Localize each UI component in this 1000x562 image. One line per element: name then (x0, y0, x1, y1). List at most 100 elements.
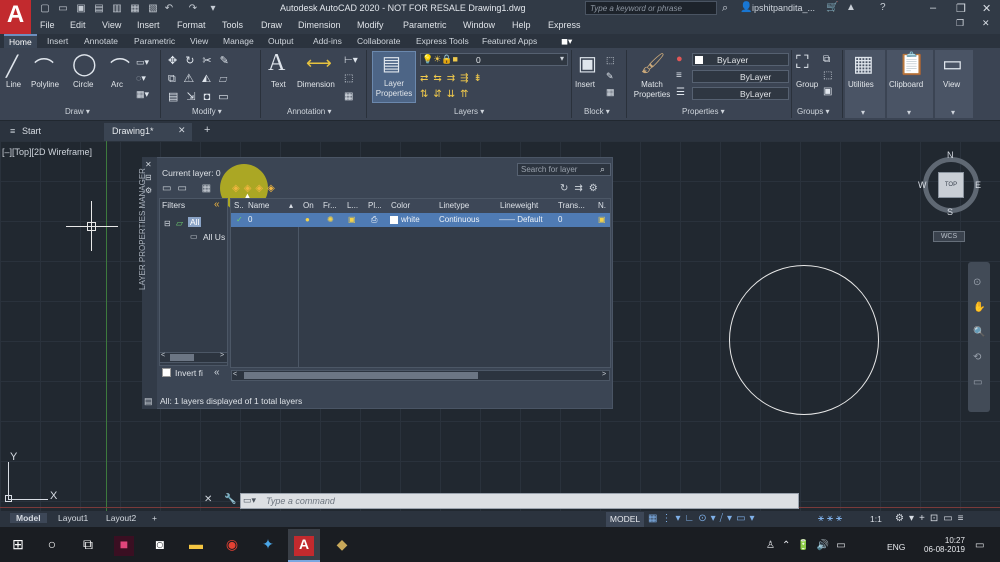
clipboard-icon[interactable]: 📋 (898, 51, 925, 77)
tab-output[interactable]: Output (268, 36, 294, 46)
tab-layout2[interactable]: Layout2 (106, 513, 136, 523)
status-tools-icons[interactable]: ⚙▾+⊡▭≡ (895, 513, 969, 524)
menu-view[interactable]: View (102, 20, 121, 30)
refresh-settings-icons[interactable]: ↻⇉⚙ (560, 183, 604, 194)
filter-all-used[interactable]: All Us (203, 232, 225, 242)
layer-lineweight[interactable]: —— Default (499, 215, 543, 224)
customize-qat-icon[interactable]: ▾ (206, 3, 220, 15)
tab-view[interactable]: View (190, 36, 208, 46)
printer-icon[interactable]: ⎙ (371, 215, 377, 225)
col-linetype[interactable]: Linetype (439, 201, 469, 210)
command-history-icon[interactable]: ▭▾ (243, 495, 256, 506)
menu-edit[interactable]: Edit (70, 20, 86, 30)
notifications-icon[interactable]: ▭ (975, 540, 984, 551)
tab-start[interactable]: Start (22, 126, 41, 136)
exchange-icon[interactable]: ▲ (846, 2, 856, 13)
text-icon[interactable]: A (268, 50, 285, 77)
viewcube-west[interactable]: W (918, 180, 927, 190)
sun-icon[interactable]: ✺ (327, 215, 334, 224)
menu-insert[interactable]: Insert (137, 20, 160, 30)
command-input[interactable]: Type a command (266, 496, 335, 506)
dimension-icon[interactable]: ⟷ (306, 53, 332, 74)
col-color[interactable]: Color (391, 201, 410, 210)
layer-properties-button[interactable]: Layer Properties (373, 79, 415, 99)
tree-expander-icon[interactable]: ⊟ (164, 219, 171, 228)
share-icon[interactable]: ▧ (146, 3, 160, 15)
web-mobile-icon[interactable]: ▥ (110, 3, 124, 15)
layer-color-swatch[interactable] (390, 216, 398, 224)
tab-home[interactable]: Home (4, 34, 37, 48)
application-menu-button[interactable]: A (0, 0, 31, 34)
match-properties-icon[interactable]: 🖌 (640, 51, 665, 76)
group-small-tools[interactable]: ⧉ ⬚ ▣ (823, 52, 832, 100)
undo-icon[interactable]: ↶ (162, 3, 176, 15)
chevron-down-icon[interactable]: ▾ (907, 108, 911, 117)
tab-add-ins[interactable]: Add-ins (313, 36, 342, 46)
layer-name[interactable]: 0 (248, 215, 252, 224)
line-icon[interactable]: ╱ (6, 54, 18, 79)
open-file-icon[interactable]: ▭ (56, 3, 70, 15)
search-input[interactable]: Type a keyword or phrase (585, 1, 717, 15)
groups-panel-label[interactable]: Groups ▾ (797, 107, 829, 116)
menu-file[interactable]: File (40, 20, 55, 30)
annotation-toggle-icons[interactable]: ⚹⚹⚹ (818, 513, 845, 524)
filters-scroll-thumb[interactable] (170, 354, 194, 361)
col-freeze[interactable]: Fr... (323, 201, 337, 210)
status-toggle-icons[interactable]: ▦⋮▾∟⊙▾⧸▾▭▾ (648, 513, 759, 524)
arc-button[interactable]: Arc (111, 80, 123, 89)
layer-color[interactable]: white (401, 215, 420, 224)
scroll-left-icon[interactable]: < (233, 371, 237, 378)
save-icon[interactable]: ▣ (74, 3, 88, 15)
close-icon[interactable]: ✕ (178, 125, 186, 136)
chevron-down-icon[interactable]: ▾ (951, 108, 955, 117)
menu-modify[interactable]: Modify (357, 20, 384, 30)
restore-icon[interactable]: ❐ (956, 2, 966, 15)
menu-help[interactable]: Help (512, 20, 531, 30)
col-lock[interactable]: L... (347, 201, 358, 210)
circle-button[interactable]: Circle (73, 80, 93, 89)
polyline-icon[interactable]: ⌒ (34, 52, 54, 81)
cortana-icon[interactable]: ○ (42, 536, 62, 556)
tab-layout1[interactable]: Layout1 (58, 513, 88, 523)
vp-freeze-icon[interactable]: ▣ (598, 215, 606, 224)
scroll-right-icon[interactable]: > (220, 352, 224, 359)
search-icon[interactable]: ⌕ (722, 2, 728, 15)
circle-icon[interactable]: ◯ (72, 51, 97, 77)
cart-icon[interactable]: 🛒 (826, 2, 838, 13)
view-button[interactable]: View (943, 80, 960, 89)
filter-all[interactable]: All (188, 217, 202, 227)
tab-express-tools[interactable]: Express Tools (416, 36, 469, 46)
filter-toolbar[interactable]: ▭▭ ▦ (162, 183, 217, 194)
layers-panel-label[interactable]: Layers ▾ (454, 107, 484, 116)
col-plot[interactable]: Pl... (368, 201, 382, 210)
wcs-menu[interactable]: WCS (933, 231, 965, 242)
tab-model[interactable]: Model (10, 513, 47, 523)
tab-featured-apps[interactable]: Featured Apps (482, 36, 537, 46)
col-on[interactable]: On (303, 201, 314, 210)
new-layer-icons[interactable]: ◈◈◈◈ (232, 183, 279, 194)
camera-icon[interactable]: ◙ (150, 536, 170, 556)
view-icon[interactable]: ▭ (942, 51, 963, 77)
properties-panel-label[interactable]: Properties ▾ (682, 107, 725, 116)
modify-tools[interactable]: ✥↻✂✎ ⧉⚠◭▱ ▤⇲◘▭ (168, 52, 237, 106)
chrome-icon[interactable]: ◉ (222, 536, 242, 556)
app-icon[interactable]: ◆ (332, 536, 352, 556)
file-explorer-icon[interactable]: ▬ (186, 536, 206, 556)
layer-tools[interactable]: ⇄⇆⇉⇶⇟ ⇅⇵⇊⇈ (420, 71, 487, 103)
customize-icon[interactable]: 🔧 (224, 494, 236, 505)
new-tab-icon[interactable]: + (204, 124, 210, 136)
viewcube-top-face[interactable]: TOP (938, 172, 964, 198)
col-name[interactable]: Name (248, 201, 269, 210)
menu-draw[interactable]: Draw (261, 20, 282, 30)
viewport-controls[interactable]: [–][Top][2D Wireframe] (2, 147, 92, 157)
close-icon[interactable]: ✕ (204, 494, 212, 505)
tab-parametric[interactable]: Parametric (134, 36, 175, 46)
menu-express[interactable]: Express (548, 20, 581, 30)
menu-format[interactable]: Format (177, 20, 206, 30)
annotation-scale[interactable]: 1:1 (870, 514, 882, 524)
ribbon-toggle-icon[interactable]: ◼▾ (561, 36, 572, 47)
chevron-down-icon[interactable]: ▾ (861, 108, 865, 117)
windows-start-icon[interactable]: ⊞ (8, 536, 28, 556)
menu-window[interactable]: Window (463, 20, 495, 30)
text-button[interactable]: Text (271, 80, 286, 89)
